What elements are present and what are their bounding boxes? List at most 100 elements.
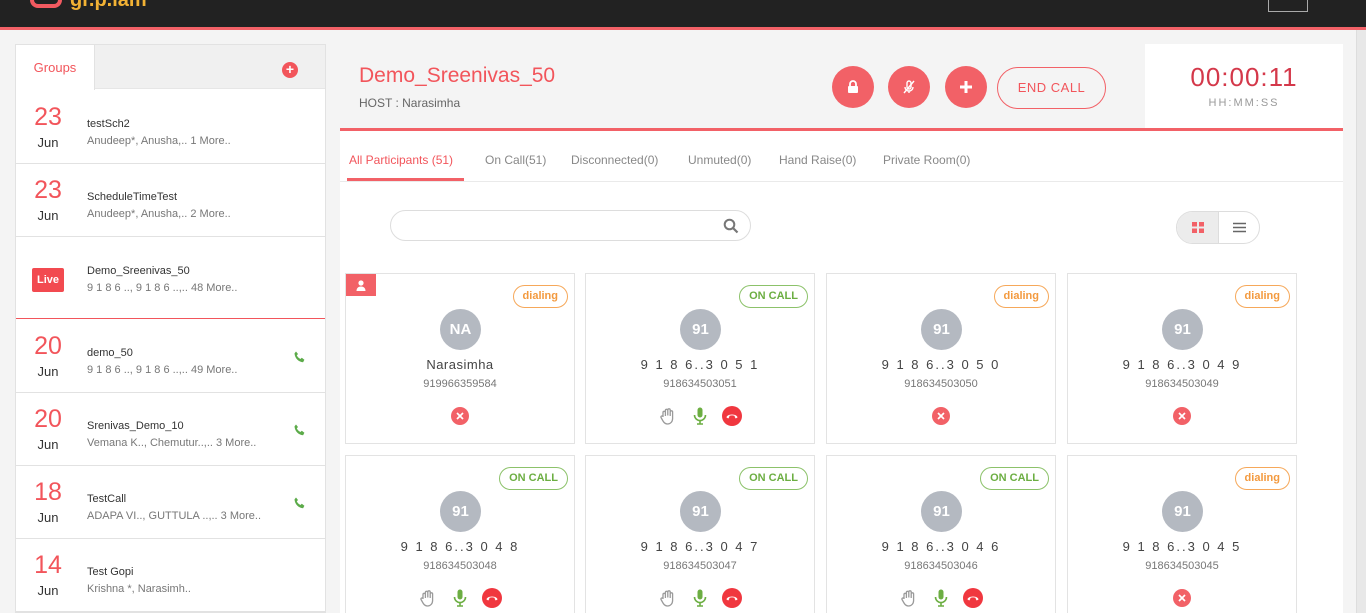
- avatar: 91: [921, 309, 962, 350]
- disconnect-participant-button[interactable]: [722, 588, 742, 608]
- meeting-title: Demo_Sreenivas_50: [359, 64, 556, 87]
- tab-all-participants[interactable]: All Participants (51): [349, 153, 453, 167]
- schedule-item[interactable]: 20 Jun Srenivas_Demo_10 Vemana K.., Chemutu…: [16, 393, 325, 466]
- schedule-item[interactable]: 14 Jun Test Gopi Krishna *, Narasimh..: [16, 539, 325, 612]
- cancel-dial-button[interactable]: [450, 406, 470, 426]
- participant-card: ON CALL 91 9 1 8 6..3 0 5 1 918634503051: [585, 273, 815, 444]
- user-menu-button[interactable]: [1268, 0, 1308, 12]
- schedule-month: Jun: [37, 208, 59, 223]
- lower-hand-button[interactable]: [418, 588, 438, 608]
- schedule-title: demo_50: [87, 347, 133, 359]
- mute-participant-button[interactable]: [931, 588, 951, 608]
- participant-name: 9 1 8 6..3 0 5 0: [881, 357, 1001, 372]
- plus-icon: [960, 81, 972, 93]
- page-scrollbar[interactable]: [1356, 30, 1366, 613]
- meeting-panel: Demo_Sreenivas_50 HOST : Narasimha END C…: [340, 44, 1343, 613]
- disconnect-participant-button[interactable]: [963, 588, 983, 608]
- cancel-dial-button[interactable]: [1172, 406, 1192, 426]
- hand-raise-icon: [420, 590, 434, 607]
- schedule-item[interactable]: 18 Jun TestCall ADAPA VI.., GUTTULA ..,.. 3…: [16, 466, 325, 539]
- participant-actions: [1068, 405, 1296, 427]
- add-participant-button[interactable]: [945, 66, 987, 108]
- schedule-participants: Vemana K.., Chemutur..,.. 3 More..: [87, 437, 257, 449]
- avatar: 91: [440, 491, 481, 532]
- schedule-day: 18: [34, 478, 62, 506]
- mute-participant-button[interactable]: [690, 588, 710, 608]
- participant-card: ON CALL 91 9 1 8 6..3 0 4 8 918634503048: [345, 455, 575, 613]
- lower-hand-button[interactable]: [658, 588, 678, 608]
- view-toggle: [1176, 211, 1260, 244]
- call-status-badge: ON CALL: [739, 467, 808, 490]
- hand-raise-icon: [660, 590, 674, 607]
- tab-hand-raise[interactable]: Hand Raise(0): [779, 153, 856, 167]
- mute-participant-button[interactable]: [450, 588, 470, 608]
- hang-up-icon: [722, 406, 742, 426]
- participant-filter-tabs: All Participants (51) On Call(51) Discon…: [340, 131, 1343, 182]
- tab-private-room[interactable]: Private Room(0): [883, 153, 970, 167]
- tab-unmuted[interactable]: Unmuted(0): [688, 153, 751, 167]
- schedule-month: Jun: [37, 364, 59, 379]
- top-bar: gr.p.iam: [0, 0, 1366, 27]
- schedule-title: Srenivas_Demo_10: [87, 420, 184, 432]
- schedule-participants: 9 1 8 6 .., 9 1 8 6 ..,.. 48 More..: [87, 282, 238, 294]
- mic-icon: [934, 589, 948, 607]
- mute-participant-button[interactable]: [690, 406, 710, 426]
- schedule-item[interactable]: 23 Jun testSch2 Anudeep*, Anusha,.. 1 More.…: [16, 91, 325, 164]
- participant-card: ON CALL 91 9 1 8 6..3 0 4 7 918634503047: [585, 455, 815, 613]
- tab-on-call[interactable]: On Call(51): [485, 153, 546, 167]
- phone-icon[interactable]: [293, 423, 307, 437]
- schedule-month: Jun: [37, 510, 59, 525]
- schedule-title: ScheduleTimeTest: [87, 191, 178, 203]
- add-group-button[interactable]: +: [282, 62, 298, 78]
- call-status-badge: dialing: [993, 285, 1049, 308]
- participant-actions: [1068, 587, 1296, 609]
- timer-format-label: HH:MM:SS: [1208, 97, 1280, 109]
- schedule-title: Test Gopi: [87, 566, 134, 578]
- cancel-dial-button[interactable]: [931, 406, 951, 426]
- participant-actions: [827, 405, 1055, 427]
- tab-disconnected[interactable]: Disconnected(0): [571, 153, 658, 167]
- timer-value: 00:00:11: [1190, 62, 1298, 92]
- list-view-button[interactable]: [1218, 212, 1259, 243]
- phone-icon[interactable]: [293, 350, 307, 364]
- lower-hand-button[interactable]: [658, 406, 678, 426]
- mute-all-button[interactable]: [888, 66, 930, 108]
- schedule-participants: Anudeep*, Anusha,.. 2 More..: [87, 208, 231, 220]
- schedule-title: TestCall: [87, 493, 127, 505]
- participant-search-input[interactable]: [390, 210, 751, 241]
- disconnect-participant-button[interactable]: [722, 406, 742, 426]
- search-icon: [723, 218, 739, 234]
- mic-off-icon: [903, 80, 915, 94]
- lower-hand-button[interactable]: [899, 588, 919, 608]
- call-status-badge: dialing: [1234, 285, 1290, 308]
- schedule-item[interactable]: 23 Jun ScheduleTimeTest Anudeep*, Anusha,..…: [16, 164, 325, 237]
- call-status-badge: ON CALL: [499, 467, 568, 490]
- schedule-participants: Krishna *, Narasimh..: [87, 583, 191, 595]
- participant-name: 9 1 8 6..3 0 4 9: [1122, 357, 1242, 372]
- schedule-title: testSch2: [87, 118, 130, 130]
- participant-card: dialing 91 9 1 8 6..3 0 4 9 918634503049: [1067, 273, 1297, 444]
- hand-raise-icon: [901, 590, 915, 607]
- disconnect-participant-button[interactable]: [482, 588, 502, 608]
- grid-view-button[interactable]: [1177, 212, 1218, 243]
- participant-phone: 918634503045: [1145, 560, 1219, 572]
- participant-card: dialing NA Narasimha 919966359584: [345, 273, 575, 444]
- groups-sidebar: Groups + 23 Jun testSch2 Anudeep*, Anusha,.…: [15, 44, 326, 613]
- avatar: 91: [921, 491, 962, 532]
- participant-name: Narasimha: [426, 357, 494, 372]
- call-status-badge: ON CALL: [980, 467, 1049, 490]
- participant-phone: 918634503046: [904, 560, 978, 572]
- phone-icon[interactable]: [293, 496, 307, 510]
- mic-icon: [693, 407, 707, 425]
- cancel-dial-button[interactable]: [1172, 588, 1192, 608]
- hang-up-icon: [963, 588, 983, 608]
- end-call-button[interactable]: END CALL: [997, 67, 1106, 109]
- avatar: 91: [1162, 491, 1203, 532]
- lock-meeting-button[interactable]: [832, 66, 874, 108]
- avatar: NA: [440, 309, 481, 350]
- schedule-item[interactable]: Live Demo_Sreenivas_50 9 1 8 6 .., 9 1 8 6…: [16, 237, 325, 319]
- schedule-item[interactable]: 20 Jun demo_50 9 1 8 6 .., 9 1 8 6 ..,.. 49…: [16, 320, 325, 393]
- sidebar-header: Groups +: [16, 45, 325, 90]
- tab-groups[interactable]: Groups: [16, 45, 95, 90]
- participant-actions: [827, 587, 1055, 609]
